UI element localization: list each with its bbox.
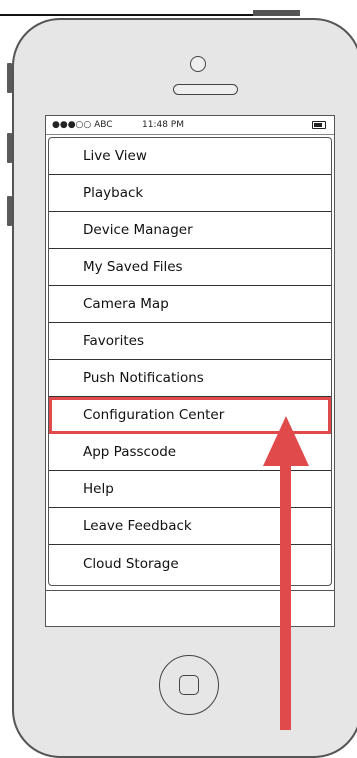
speaker-icon [173,84,238,95]
home-button-icon[interactable] [159,655,219,715]
menu-item-my-saved-files[interactable]: My Saved Files [49,249,331,286]
menu-item-push-notifications[interactable]: Push Notifications [49,360,331,397]
battery-icon [312,121,326,129]
menu-item-camera-map[interactable]: Camera Map [49,286,331,323]
home-button-square [179,675,199,695]
menu-item-live-view[interactable]: Live View [49,138,331,175]
camera-icon [190,56,206,72]
carrier-label: ●●●○○ ABC [52,120,113,130]
menu-item-playback[interactable]: Playback [49,175,331,212]
arrow-shaft [280,463,291,730]
arrow-up-icon [263,416,309,466]
menu-item-favorites[interactable]: Favorites [49,323,331,360]
status-bar: ●●●○○ ABC 11:48 PM [46,116,334,135]
top-notch [253,10,300,16]
menu-item-device-manager[interactable]: Device Manager [49,212,331,249]
phone-screen: ●●●○○ ABC 11:48 PM Live View Playback De… [45,115,335,627]
time-label: 11:48 PM [142,120,184,130]
